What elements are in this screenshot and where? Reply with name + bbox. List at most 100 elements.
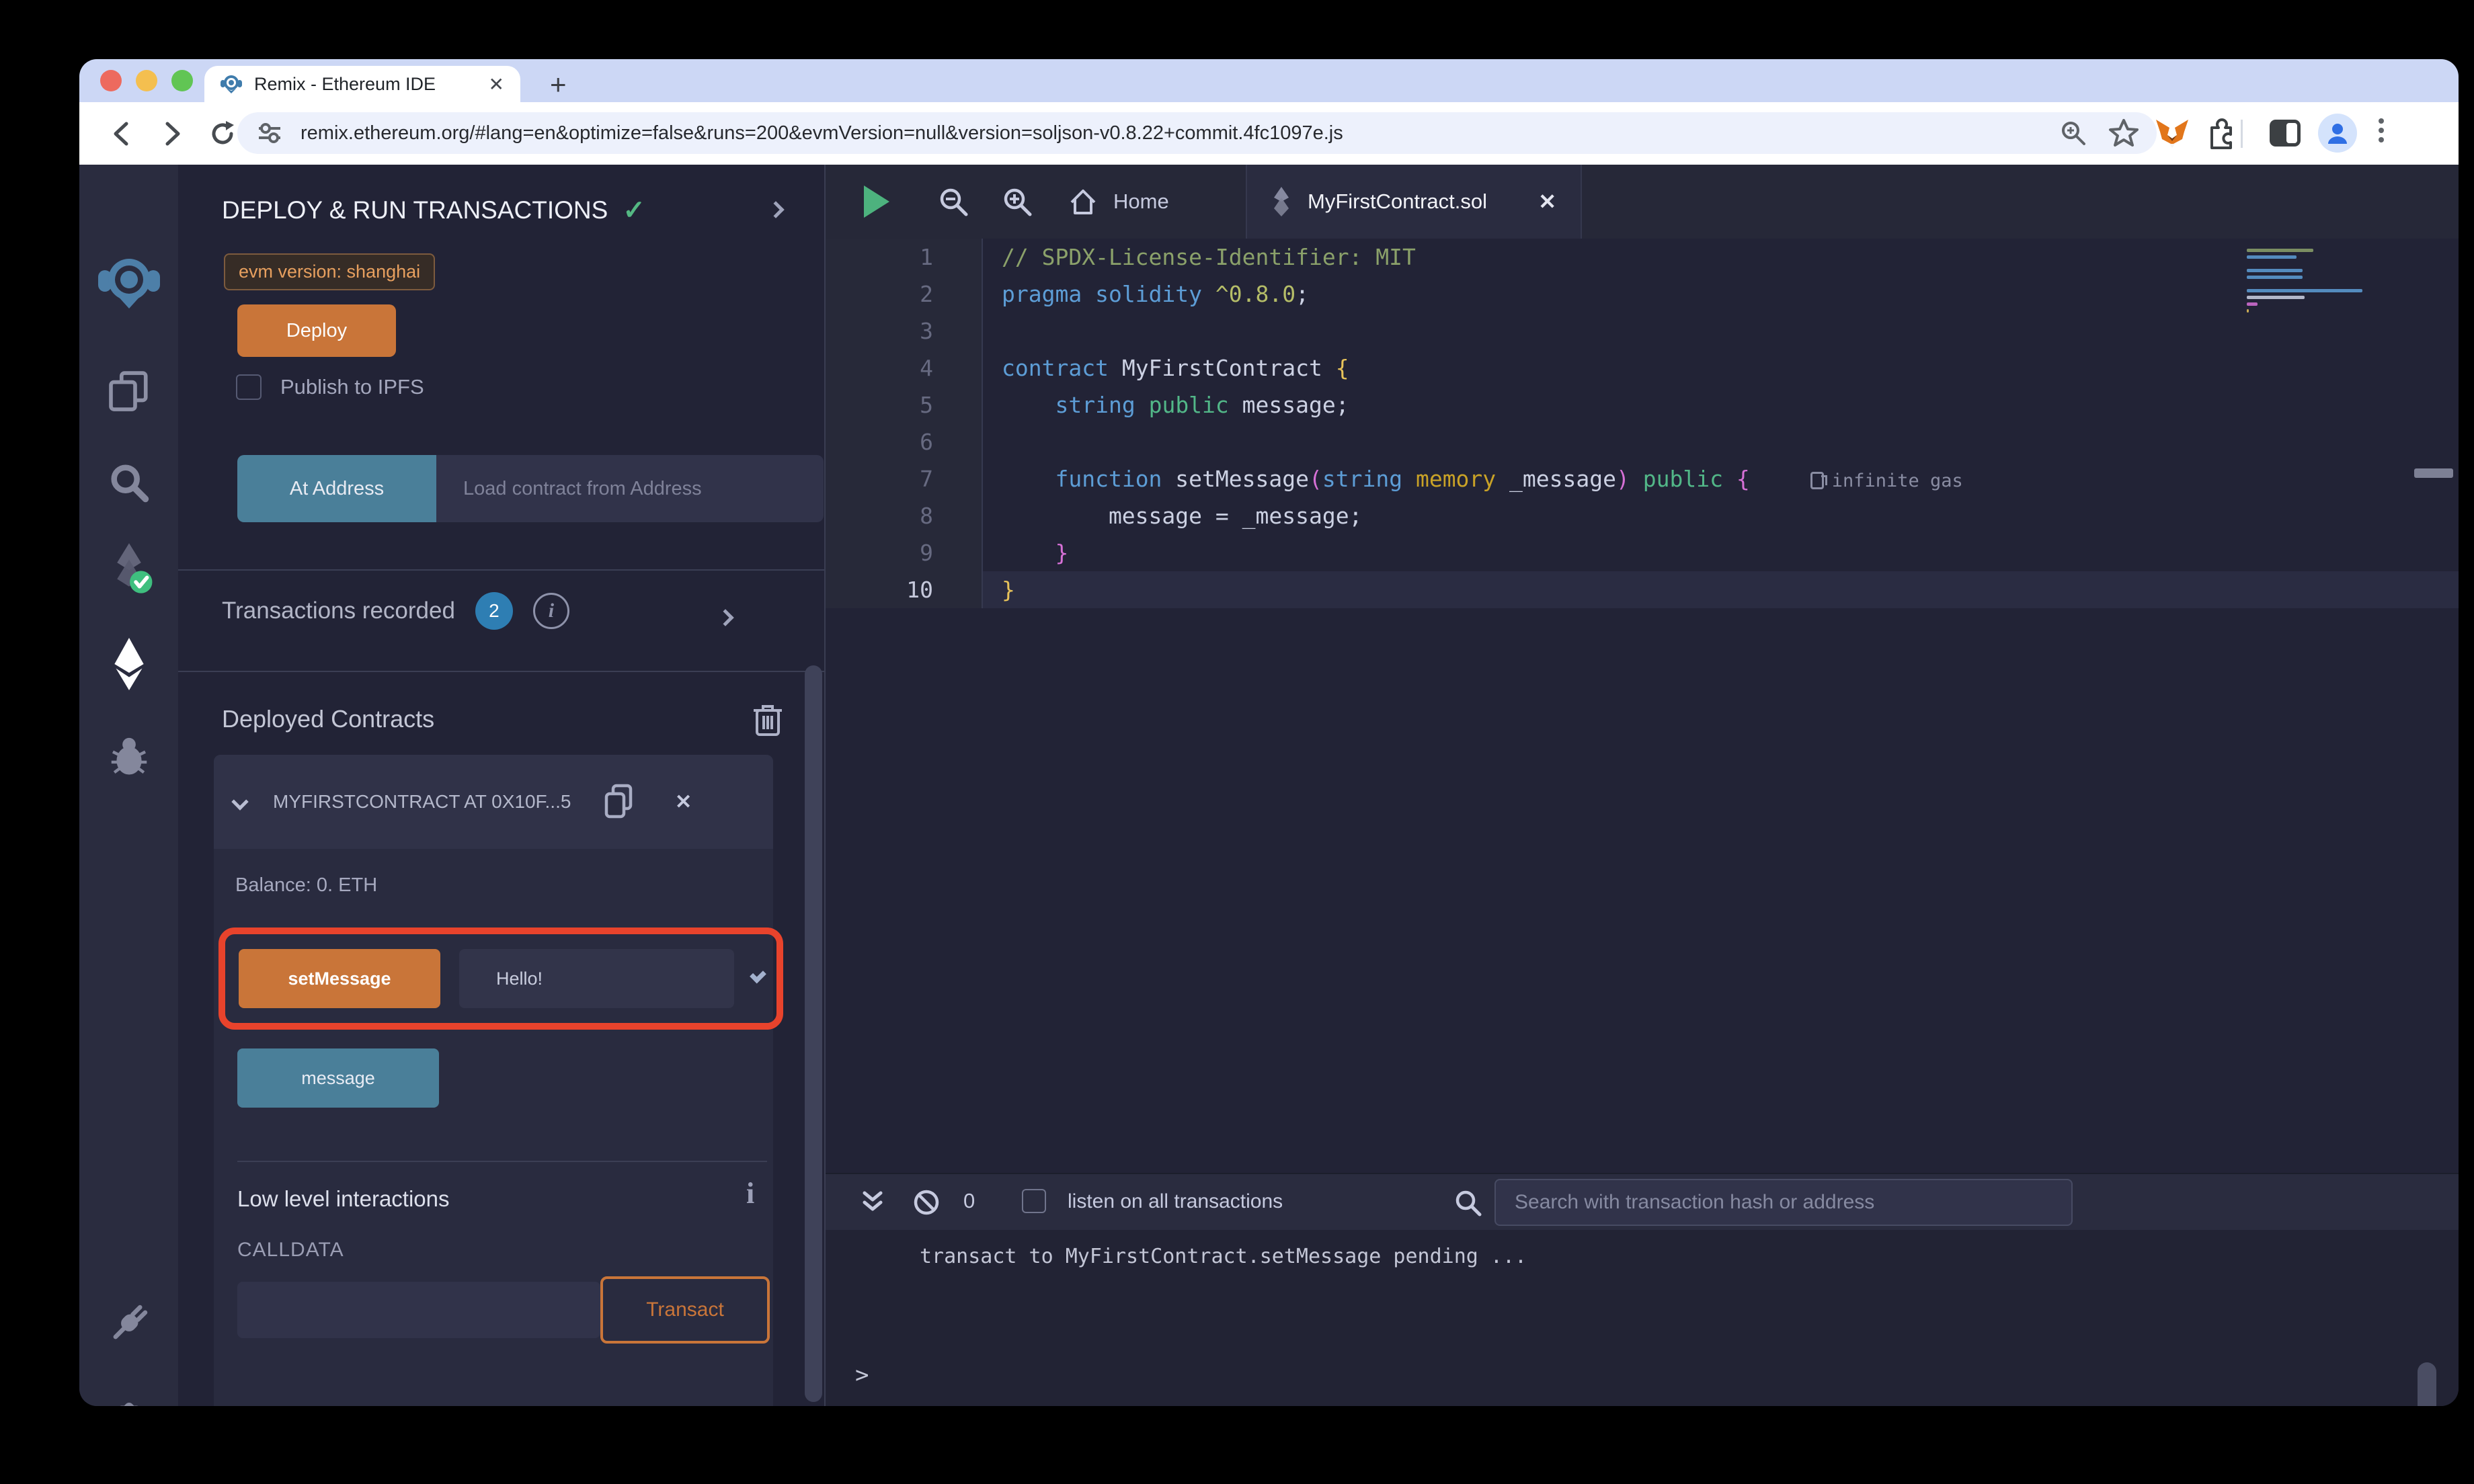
terminal-search-icon	[1455, 1190, 1482, 1217]
transactions-expand-chevron-icon[interactable]	[717, 609, 734, 626]
code-line[interactable]: 8 message = _message;	[826, 497, 2459, 534]
profile-avatar[interactable]	[2318, 114, 2357, 153]
forward-icon[interactable]	[157, 118, 188, 149]
transact-button[interactable]: Transact	[600, 1276, 770, 1344]
code-text: pragma solidity ^0.8.0;	[1002, 281, 1310, 307]
code-line[interactable]: 2 pragma solidity ^0.8.0;	[826, 276, 2459, 313]
expand-args-chevron-icon[interactable]	[750, 966, 766, 984]
close-window-button[interactable]	[100, 70, 122, 91]
back-icon[interactable]	[106, 118, 137, 149]
clear-console-icon[interactable]	[912, 1188, 941, 1217]
set-message-input[interactable]	[459, 949, 734, 1008]
bookmark-star-icon[interactable]	[2108, 118, 2139, 149]
code-line[interactable]: 7 function setMessage(string memory _mes…	[826, 460, 2459, 497]
tab-home[interactable]: Home	[1068, 165, 1169, 239]
search-icon[interactable]	[79, 460, 178, 505]
metamask-icon[interactable]	[2153, 114, 2191, 152]
calldata-input[interactable]	[237, 1282, 600, 1338]
extensions-icon[interactable]	[2204, 116, 2239, 151]
code-line[interactable]: 4 contract MyFirstContract {	[826, 349, 2459, 386]
code-line[interactable]: 10}	[826, 571, 2459, 608]
side-panel-icon[interactable]	[2270, 120, 2301, 147]
code-text: message = _message;	[1002, 503, 1363, 529]
calldata-label: CALLDATA	[237, 1239, 344, 1261]
plugin-manager-icon[interactable]	[79, 1300, 178, 1347]
tab-myfirstcontract[interactable]: MyFirstContract.sol ✕	[1246, 165, 1582, 239]
listen-transactions-checkbox[interactable]	[1022, 1189, 1046, 1213]
zoom-out-icon[interactable]	[936, 165, 970, 239]
terminal-search-input[interactable]	[1494, 1179, 2073, 1226]
transactions-info-icon[interactable]: i	[532, 593, 569, 629]
debugger-icon[interactable]	[79, 731, 178, 778]
code-text: string public message;	[1055, 392, 1349, 418]
tab-close-icon[interactable]: ✕	[1538, 189, 1556, 214]
fullscreen-window-button[interactable]	[171, 70, 193, 91]
editor-area: Home MyFirstContract.sol ✕ 1 // SPDX-Lice…	[826, 165, 2459, 1406]
site-settings-icon[interactable]	[256, 120, 283, 147]
panel-scrollbar[interactable]	[805, 665, 822, 1402]
chrome-menu-icon[interactable]	[2379, 114, 2384, 147]
collapse-terminal-icon[interactable]	[859, 1190, 886, 1214]
code-line[interactable]: 1 // SPDX-License-Identifier: MIT	[826, 239, 2459, 276]
run-script-play-icon[interactable]	[863, 165, 891, 239]
at-address-button[interactable]: At Address	[237, 455, 436, 522]
solidity-compiler-icon[interactable]	[79, 542, 178, 595]
copy-address-icon[interactable]	[602, 783, 635, 821]
publish-ipfs-label: Publish to IPFS	[280, 375, 424, 399]
solidity-file-icon	[1274, 187, 1289, 216]
remix-app: DEPLOY & RUN TRANSACTIONS ✓ evm version:…	[79, 165, 2459, 1406]
line-number: 10	[826, 571, 983, 608]
deployed-contracts-title: Deployed Contracts	[222, 705, 435, 733]
divider	[178, 671, 824, 672]
url-bar[interactable]: remix.ethereum.org/#lang=en&optimize=fal…	[237, 112, 2157, 154]
icon-sidebar	[79, 165, 178, 1406]
trash-icon[interactable]	[752, 701, 783, 737]
contract-instance-header[interactable]: MYFIRSTCONTRACT AT 0X10F...5 ✕	[214, 755, 773, 849]
set-message-button[interactable]: setMessage	[239, 949, 440, 1008]
listen-transactions-label: listen on all transactions	[1068, 1190, 1283, 1212]
pending-count: 0	[963, 1189, 975, 1212]
file-explorer-icon[interactable]	[79, 367, 178, 415]
tab-close-icon[interactable]: ✕	[489, 73, 504, 95]
reload-icon[interactable]	[207, 118, 238, 149]
minimap[interactable]	[2247, 245, 2368, 316]
code-line[interactable]: 5 string public message;	[826, 386, 2459, 423]
terminal-prompt: >	[855, 1362, 869, 1389]
terminal-body[interactable]: transact to MyFirstContract.setMessage p…	[826, 1230, 2459, 1406]
new-tab-button[interactable]: +	[550, 69, 567, 101]
divider	[237, 1161, 767, 1162]
message-getter-button[interactable]: message	[237, 1048, 439, 1108]
code-text: function setMessage(string memory _messa…	[1055, 466, 1963, 492]
overview-ruler-marker	[2414, 468, 2453, 478]
minimize-window-button[interactable]	[136, 70, 157, 91]
code-line[interactable]: 9 }	[826, 534, 2459, 571]
low-level-info-icon[interactable]: i	[746, 1176, 754, 1210]
deploy-run-panel: DEPLOY & RUN TRANSACTIONS ✓ evm version:…	[178, 165, 826, 1406]
collapse-chevron-icon[interactable]	[231, 793, 249, 811]
line-number: 1	[826, 239, 983, 276]
zoom-in-icon[interactable]	[1000, 165, 1034, 239]
remove-instance-icon[interactable]: ✕	[675, 790, 692, 814]
divider	[178, 569, 824, 571]
deploy-and-run-icon[interactable]	[79, 638, 178, 690]
browser-window: Remix - Ethereum IDE ✕ + remix.ethereum.…	[79, 59, 2459, 1406]
code-text: // SPDX-License-Identifier: MIT	[1002, 244, 1416, 270]
remix-favicon-icon	[221, 75, 242, 93]
zoom-page-icon[interactable]	[2059, 118, 2088, 148]
compile-success-check-icon: ✓	[623, 196, 645, 225]
publish-ipfs-checkbox[interactable]	[236, 374, 262, 400]
settings-gear-icon[interactable]	[79, 1394, 178, 1406]
code-editor[interactable]: 1 // SPDX-License-Identifier: MIT 2 pragma …	[826, 239, 2459, 1173]
panel-expand-chevron-icon[interactable]	[767, 201, 785, 218]
code-lines: 1 // SPDX-License-Identifier: MIT 2 pragma …	[826, 239, 2459, 608]
load-contract-input[interactable]	[436, 455, 824, 522]
deploy-button[interactable]: Deploy	[237, 304, 396, 357]
line-number: 6	[826, 423, 983, 460]
code-line[interactable]: 6	[826, 423, 2459, 460]
browser-tab[interactable]: Remix - Ethereum IDE ✕	[204, 66, 520, 102]
terminal-scrollbar[interactable]	[2418, 1362, 2436, 1406]
code-line[interactable]: 3	[826, 313, 2459, 349]
annotation-highlight-box: setMessage	[218, 928, 783, 1030]
